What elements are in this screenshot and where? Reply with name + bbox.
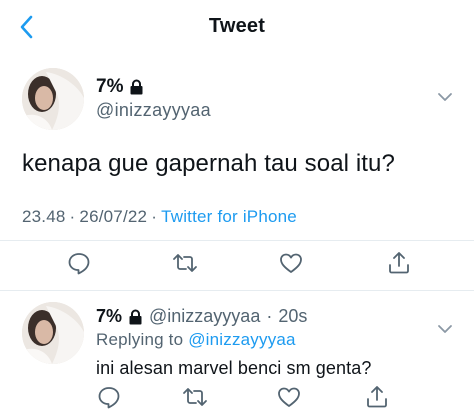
reply-author-row[interactable]: 7% @inizzayyyaa · 20s <box>96 306 307 327</box>
share-icon[interactable] <box>364 384 390 410</box>
meta-separator: · <box>266 306 273 326</box>
page-title: Tweet <box>208 15 266 37</box>
author-name: 7% <box>96 76 124 97</box>
meta-separator: · <box>151 207 158 226</box>
share-icon[interactable] <box>386 250 412 276</box>
divider <box>0 290 474 291</box>
author-row[interactable]: 7% <box>96 76 144 98</box>
reply-author-name: 7% <box>96 306 123 326</box>
header: Tweet <box>0 0 474 54</box>
retweet-icon[interactable] <box>172 250 198 276</box>
tweet-date: 26/07/22 <box>79 207 148 226</box>
divider <box>0 240 474 241</box>
reply-text: ini alesan marvel benci sm genta? <box>96 358 372 378</box>
retweet-icon[interactable] <box>182 384 208 410</box>
tweet-actions <box>0 250 474 280</box>
chevron-down-icon[interactable] <box>436 90 454 104</box>
avatar[interactable] <box>22 68 84 130</box>
reply-age: 20s <box>278 306 308 326</box>
meta-separator: · <box>69 207 76 226</box>
reply-icon[interactable] <box>96 384 122 410</box>
like-icon[interactable] <box>276 384 302 410</box>
tweet-time: 23.48 <box>22 207 66 226</box>
replying-to-handle-link[interactable]: @inizzayyyaa <box>188 330 296 349</box>
reply-actions <box>0 384 474 414</box>
avatar[interactable] <box>22 302 84 364</box>
lock-icon <box>130 79 143 95</box>
tweet-text: kenapa gue gapernah tau soal itu? <box>22 150 395 177</box>
lock-icon <box>129 309 142 324</box>
like-icon[interactable] <box>278 250 304 276</box>
tweet-source-link[interactable]: Twitter for iPhone <box>161 207 297 227</box>
reply-icon[interactable] <box>66 250 92 276</box>
replying-prefix: Replying to <box>96 330 184 349</box>
reply-author-handle: @inizzayyyaa <box>149 306 261 326</box>
replying-to: Replying to @inizzayyyaa <box>96 330 296 350</box>
author-handle[interactable]: @inizzayyyaa <box>96 100 211 121</box>
tweet-meta: 23.48 · 26/07/22 · Twitter for iPhone <box>22 207 297 227</box>
chevron-down-icon[interactable] <box>436 322 454 336</box>
